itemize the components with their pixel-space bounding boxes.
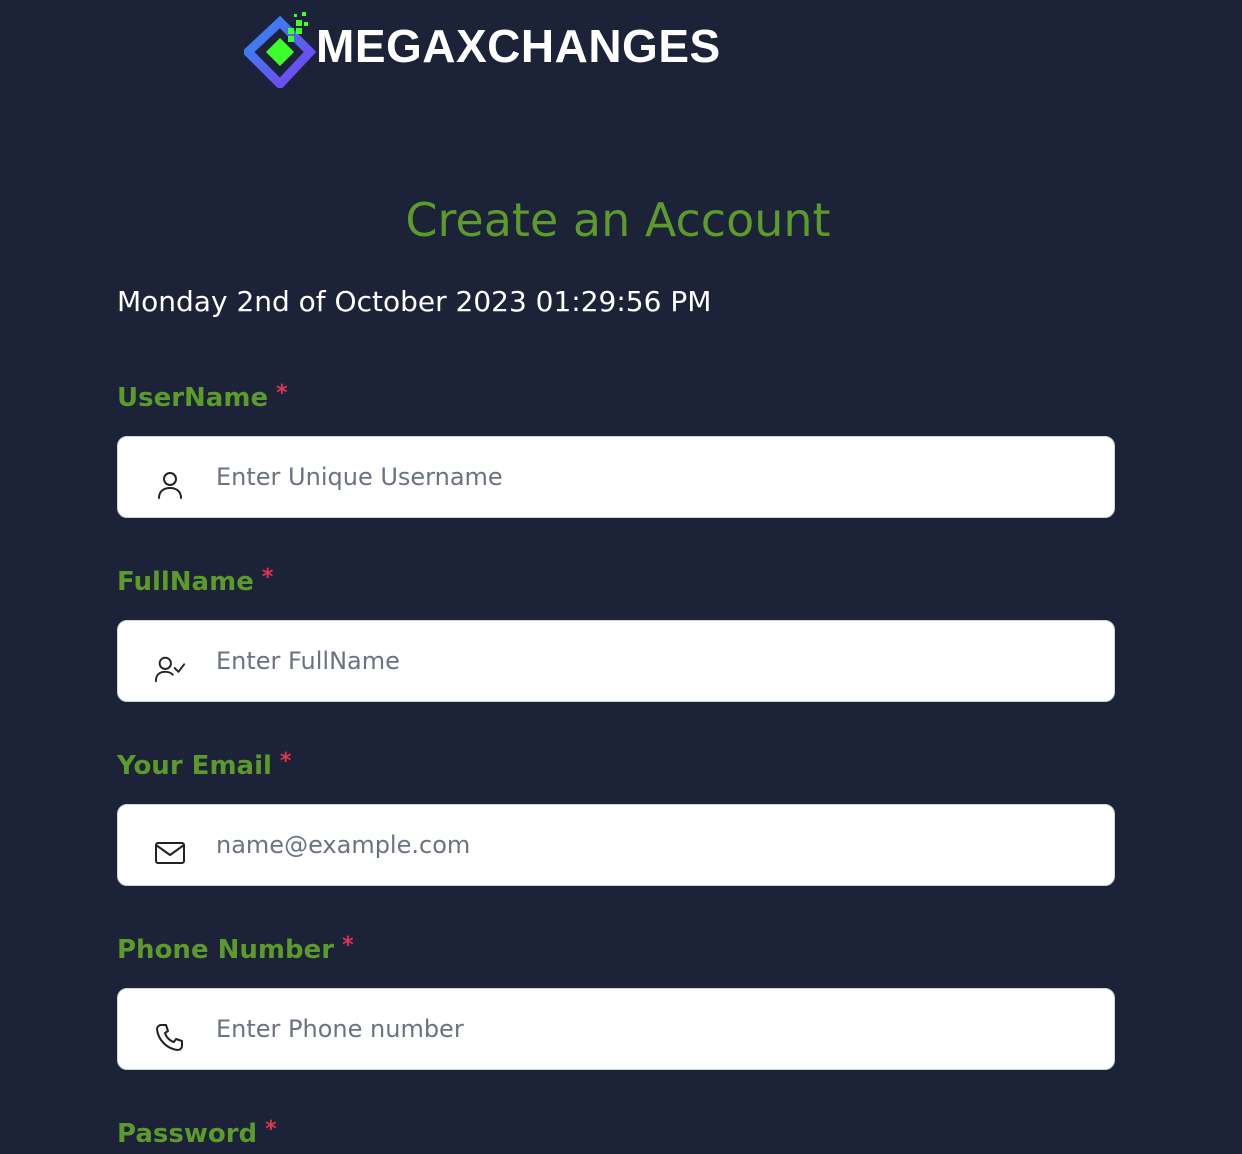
email-field[interactable] (117, 804, 1115, 886)
fullname-label: FullName * (117, 565, 273, 600)
user-icon (154, 469, 186, 501)
fullname-label-text: FullName (117, 567, 254, 597)
username-input[interactable] (216, 457, 1076, 497)
page-title: Create an Account (405, 193, 831, 247)
phone-icon (154, 1021, 186, 1053)
current-datetime: Monday 2nd of October 2023 01:29:56 PM (117, 285, 712, 318)
phone-label: Phone Number * (117, 933, 354, 968)
logo-icon (244, 8, 318, 88)
username-label-text: UserName (117, 383, 269, 413)
username-field[interactable] (117, 436, 1115, 518)
mail-icon (154, 837, 186, 869)
phone-input[interactable] (216, 1009, 1076, 1049)
required-mark: * (276, 381, 288, 406)
password-label: Password * (117, 1117, 277, 1152)
username-label: UserName * (117, 381, 288, 416)
phone-field[interactable] (117, 988, 1115, 1070)
phone-label-text: Phone Number (117, 935, 335, 965)
email-label: Your Email * (117, 749, 291, 784)
required-mark: * (279, 749, 292, 774)
required-mark: * (261, 565, 274, 590)
user-check-icon (154, 653, 186, 685)
email-input[interactable] (216, 825, 1076, 865)
fullname-field[interactable] (117, 620, 1115, 702)
required-mark: * (342, 933, 354, 958)
password-label-text: Password (117, 1119, 258, 1149)
email-label-text: Your Email (117, 751, 272, 781)
brand-name: MEGAXCHANGES (316, 20, 721, 72)
required-mark: * (265, 1117, 277, 1142)
fullname-input[interactable] (216, 641, 1076, 681)
brand-logo[interactable]: MEGAXCHANGES (244, 8, 721, 88)
